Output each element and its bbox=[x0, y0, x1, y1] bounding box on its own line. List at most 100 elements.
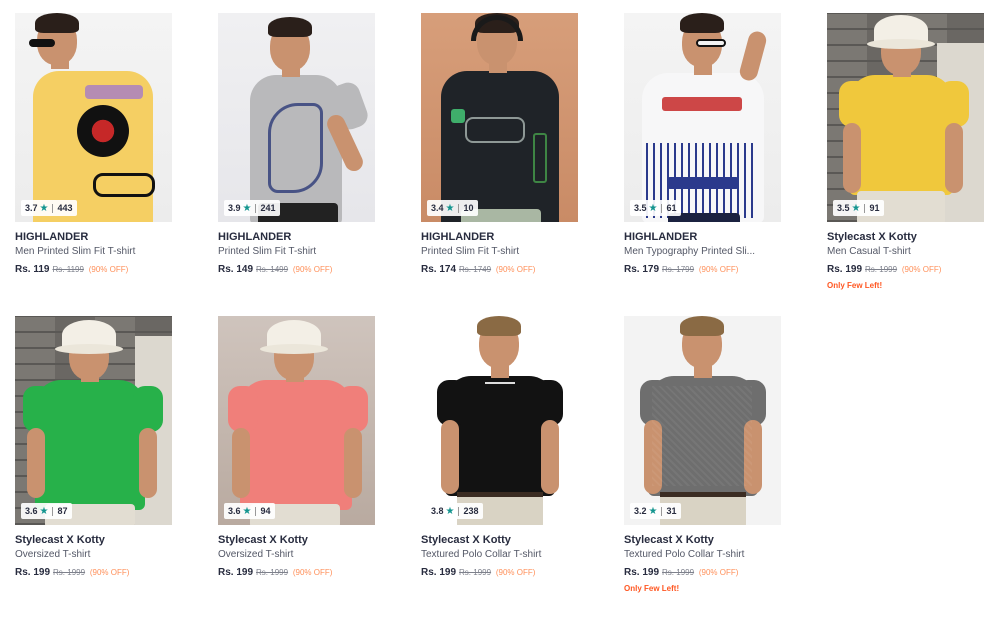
product-mrp: Rs. 1499 bbox=[256, 265, 289, 274]
product-image[interactable]: 3.6 ★ 94 bbox=[218, 316, 375, 525]
rating-divider bbox=[458, 506, 460, 516]
rating-count: 94 bbox=[260, 506, 271, 516]
product-price: Rs. 199 bbox=[624, 567, 660, 578]
rating-badge: 3.6 ★ 94 bbox=[224, 503, 275, 519]
rating-divider bbox=[661, 506, 663, 516]
product-mrp: Rs. 1799 bbox=[662, 265, 695, 274]
price-row: Rs. 199 Rs. 1999 (90% OFF) bbox=[218, 567, 376, 578]
price-row: Rs. 174 Rs. 1749 (90% OFF) bbox=[421, 264, 579, 275]
price-row: Rs. 199 Rs. 1999 (90% OFF) bbox=[624, 567, 782, 578]
few-left-label: Only Few Left! bbox=[624, 584, 680, 593]
product-brand: Stylecast X Kotty bbox=[15, 534, 105, 546]
product-card[interactable]: 3.5 ★ 91 Stylecast X Kotty Men Casual T-… bbox=[827, 13, 985, 290]
product-image[interactable]: 3.7 ★ 443 bbox=[15, 13, 172, 222]
product-title: Men Printed Slim Fit T-shirt bbox=[15, 246, 136, 257]
product-mrp: Rs. 1199 bbox=[52, 265, 84, 274]
product-discount: (90% OFF) bbox=[292, 568, 333, 577]
price-row: Rs. 179 Rs. 1799 (90% OFF) bbox=[624, 264, 782, 275]
rating-badge: 3.2 ★ 31 bbox=[630, 503, 681, 519]
product-price: Rs. 199 bbox=[218, 567, 254, 578]
star-icon: ★ bbox=[648, 505, 658, 517]
rating-value: 3.6 bbox=[228, 506, 241, 516]
product-card[interactable]: 3.7 ★ 443 HIGHLANDER Men Printed Slim Fi… bbox=[15, 13, 173, 275]
rating-count: 238 bbox=[463, 506, 479, 516]
rating-count: 31 bbox=[666, 506, 677, 516]
product-card[interactable]: 3.6 ★ 87 Stylecast X Kotty Oversized T-s… bbox=[15, 316, 173, 578]
product-image[interactable]: 3.6 ★ 87 bbox=[15, 316, 172, 525]
product-image[interactable]: 3.5 ★ 91 bbox=[827, 13, 984, 222]
product-price: Rs. 149 bbox=[218, 264, 254, 275]
product-brand: HIGHLANDER bbox=[421, 231, 495, 243]
product-card[interactable]: 3.9 ★ 241 HIGHLANDER Printed Slim Fit T-… bbox=[218, 13, 376, 275]
product-brand: Stylecast X Kotty bbox=[421, 534, 511, 546]
product-image[interactable]: 3.2 ★ 31 bbox=[624, 316, 781, 525]
price-row: Rs. 199 Rs. 1999 (90% OFF) bbox=[827, 264, 985, 275]
product-mrp: Rs. 1999 bbox=[865, 265, 898, 274]
product-title: Textured Polo Collar T-shirt bbox=[624, 549, 745, 560]
rating-divider bbox=[864, 203, 866, 213]
rating-count: 87 bbox=[57, 506, 68, 516]
rating-divider bbox=[661, 203, 663, 213]
product-discount: (90% OFF) bbox=[88, 265, 129, 274]
product-title: Oversized T-shirt bbox=[218, 549, 294, 560]
product-card[interactable]: 3.4 ★ 10 HIGHLANDER Printed Slim Fit T-s… bbox=[421, 13, 579, 275]
price-row: Rs. 199 Rs. 1999 (90% OFF) bbox=[15, 567, 173, 578]
product-grid: 3.7 ★ 443 HIGHLANDER Men Printed Slim Fi… bbox=[0, 0, 1000, 617]
product-card[interactable]: 3.8 ★ 238 Stylecast X Kotty Textured Pol… bbox=[421, 316, 579, 578]
price-row: Rs. 119 Rs. 1199 (90% OFF) bbox=[15, 264, 173, 275]
rating-value: 3.2 bbox=[634, 506, 647, 516]
rating-badge: 3.4 ★ 10 bbox=[427, 200, 478, 216]
star-icon: ★ bbox=[242, 505, 252, 517]
product-discount: (90% OFF) bbox=[495, 265, 536, 274]
product-mrp: Rs. 1999 bbox=[662, 568, 695, 577]
product-price: Rs. 174 bbox=[421, 264, 457, 275]
product-price: Rs. 199 bbox=[827, 264, 863, 275]
product-image[interactable]: 3.5 ★ 61 bbox=[624, 13, 781, 222]
product-image[interactable]: 3.9 ★ 241 bbox=[218, 13, 375, 222]
product-title: Textured Polo Collar T-shirt bbox=[421, 549, 542, 560]
product-brand: HIGHLANDER bbox=[15, 231, 89, 243]
product-card[interactable]: 3.5 ★ 61 HIGHLANDER Men Typography Print… bbox=[624, 13, 782, 275]
product-discount: (90% OFF) bbox=[292, 265, 333, 274]
product-image[interactable]: 3.8 ★ 238 bbox=[421, 316, 578, 525]
product-brand: Stylecast X Kotty bbox=[624, 534, 714, 546]
rating-count: 91 bbox=[869, 203, 880, 213]
rating-value: 3.5 bbox=[837, 203, 850, 213]
product-card[interactable]: 3.2 ★ 31 Stylecast X Kotty Textured Polo… bbox=[624, 316, 782, 593]
rating-divider bbox=[52, 506, 54, 516]
star-icon: ★ bbox=[39, 505, 49, 517]
rating-badge: 3.9 ★ 241 bbox=[224, 200, 280, 216]
product-mrp: Rs. 1999 bbox=[459, 568, 492, 577]
product-title: Printed Slim Fit T-shirt bbox=[218, 246, 317, 257]
product-mrp: Rs. 1749 bbox=[459, 265, 492, 274]
product-brand: Stylecast X Kotty bbox=[218, 534, 308, 546]
rating-value: 3.5 bbox=[634, 203, 647, 213]
price-row: Rs. 199 Rs. 1999 (90% OFF) bbox=[421, 567, 579, 578]
product-card[interactable]: 3.6 ★ 94 Stylecast X Kotty Oversized T-s… bbox=[218, 316, 376, 578]
rating-value: 3.9 bbox=[228, 203, 241, 213]
script-graphic bbox=[465, 117, 525, 143]
star-icon: ★ bbox=[242, 202, 252, 214]
product-price: Rs. 119 bbox=[15, 264, 50, 275]
product-title: Printed Slim Fit T-shirt bbox=[421, 246, 520, 257]
product-discount: (90% OFF) bbox=[901, 265, 942, 274]
product-discount: (90% OFF) bbox=[698, 568, 739, 577]
star-icon: ★ bbox=[851, 202, 861, 214]
rating-divider bbox=[458, 203, 460, 213]
product-image[interactable]: 3.4 ★ 10 bbox=[421, 13, 578, 222]
product-brand: HIGHLANDER bbox=[218, 231, 292, 243]
price-row: Rs. 149 Rs. 1499 (90% OFF) bbox=[218, 264, 376, 275]
rating-count: 10 bbox=[463, 203, 474, 213]
rating-badge: 3.5 ★ 91 bbox=[833, 200, 884, 216]
product-price: Rs. 199 bbox=[421, 567, 457, 578]
star-icon: ★ bbox=[648, 202, 658, 214]
vinyl-graphic bbox=[77, 105, 129, 157]
product-title: Oversized T-shirt bbox=[15, 549, 91, 560]
star-icon: ★ bbox=[445, 202, 455, 214]
few-left-label: Only Few Left! bbox=[827, 281, 883, 290]
rating-value: 3.4 bbox=[431, 203, 444, 213]
product-mrp: Rs. 1999 bbox=[256, 568, 289, 577]
rating-badge: 3.6 ★ 87 bbox=[21, 503, 72, 519]
product-price: Rs. 179 bbox=[624, 264, 660, 275]
product-discount: (90% OFF) bbox=[495, 568, 536, 577]
